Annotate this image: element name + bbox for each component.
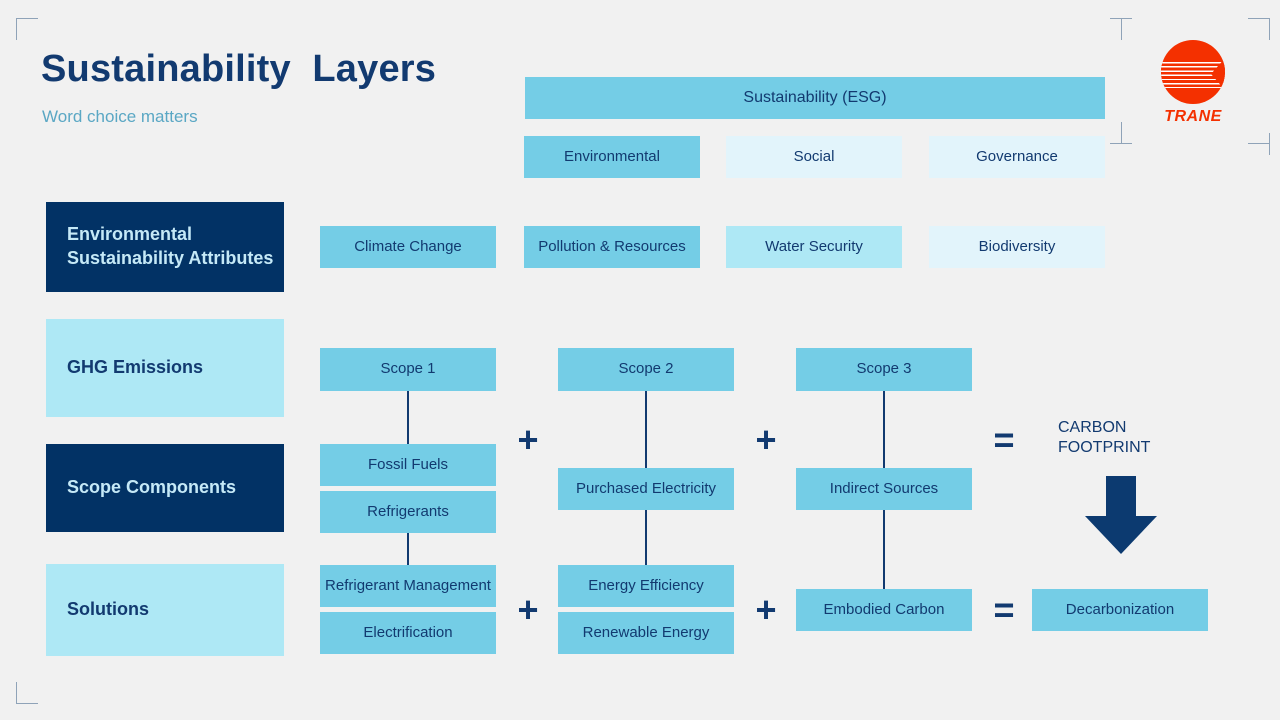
attribute-pollution-resources: Pollution & Resources [524,226,700,268]
crop-mark-logo-bottom-right [1248,122,1270,155]
solution-electrification: Electrification [320,612,496,654]
scope-1-box: Scope 1 [320,348,496,391]
solution-energy-efficiency: Energy Efficiency [558,565,734,607]
trane-wordmark: TRANE [1164,108,1222,125]
component-refrigerants: Refrigerants [320,491,496,533]
trane-logo: TRANE [1158,40,1228,125]
esg-pillar-environmental: Environmental [524,136,700,178]
connector-components-solutions-2 [645,510,647,565]
esg-top-bar: Sustainability (ESG) [525,77,1105,119]
crop-mark-logo-top-right [1248,18,1270,40]
solution-refrigerant-management: Refrigerant Management [320,565,496,607]
crop-mark-bottom-left [16,682,38,704]
esg-pillar-social: Social [726,136,902,178]
down-arrow-icon [1085,476,1157,554]
attribute-biodiversity: Biodiversity [929,226,1105,268]
trane-notch-icon [1211,58,1225,90]
operator-equals-solutions: = [993,589,1015,630]
connector-scope2-components [645,391,647,468]
row-label-scope-components: Scope Components [46,444,284,532]
row-label-environmental-attributes: Environmental Sustainability Attributes [46,202,284,292]
page-title: Sustainability Layers [41,48,437,90]
crop-mark-top-left [16,18,38,40]
connector-scope1-components [407,391,409,444]
operator-plus-solutions-2: + [755,589,777,630]
scope-3-box: Scope 3 [796,348,972,391]
operator-plus-solutions-1: + [517,589,539,630]
slide-canvas: Sustainability Layers Word choice matter… [0,0,1280,720]
row-label-solutions: Solutions [46,564,284,656]
component-fossil-fuels: Fossil Fuels [320,444,496,486]
trane-circle-icon [1161,40,1225,104]
operator-plus-components-2: + [755,419,777,460]
carbon-footprint-label: CARBON FOOTPRINT [1058,419,1151,456]
crop-mark-logo-top-left [1110,18,1132,40]
connector-components-solutions-3 [883,510,885,589]
operator-equals-components: = [993,419,1015,460]
page-subtitle: Word choice matters [42,107,198,126]
crop-mark-logo-bottom-left [1110,122,1132,144]
row-label-ghg-emissions: GHG Emissions [46,319,284,417]
component-indirect-sources: Indirect Sources [796,468,972,510]
attribute-climate-change: Climate Change [320,226,496,268]
solution-renewable-energy: Renewable Energy [558,612,734,654]
operator-plus-components-1: + [517,419,539,460]
solution-decarbonization: Decarbonization [1032,589,1208,631]
attribute-water-security: Water Security [726,226,902,268]
esg-pillar-governance: Governance [929,136,1105,178]
component-purchased-electricity: Purchased Electricity [558,468,734,510]
solution-embodied-carbon: Embodied Carbon [796,589,972,631]
scope-2-box: Scope 2 [558,348,734,391]
connector-components-solutions-1 [407,533,409,565]
connector-scope3-components [883,391,885,468]
